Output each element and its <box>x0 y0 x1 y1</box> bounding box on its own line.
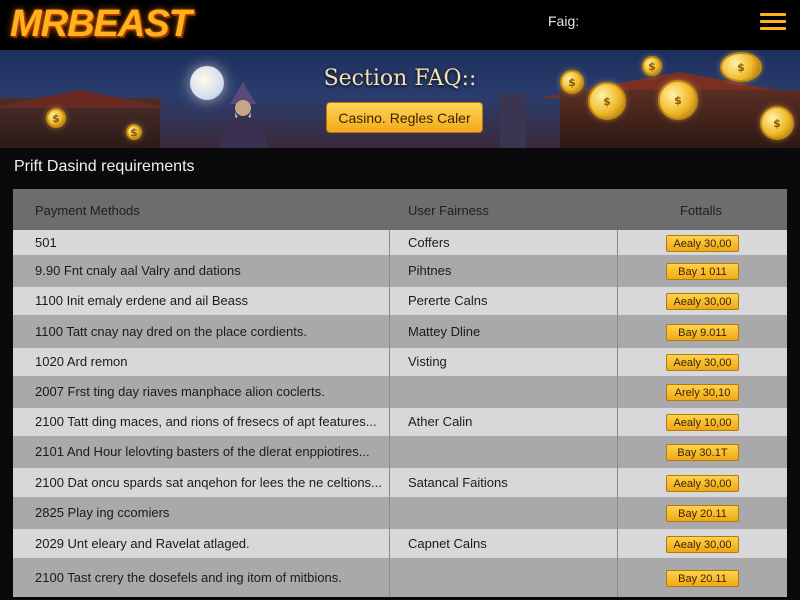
column-divider <box>617 315 618 348</box>
column-divider <box>389 287 390 315</box>
column-divider <box>389 255 390 287</box>
amount-badge[interactable]: Arely 30,10 <box>666 384 739 401</box>
amount-badge[interactable]: Bay 1 011 <box>666 263 739 280</box>
column-divider <box>617 497 618 529</box>
column-divider <box>389 468 390 497</box>
table-header: Payment Methods User Fairness Fottalls <box>13 189 787 230</box>
user-fairness-cell: Satancal Faitions <box>408 475 508 490</box>
column-divider <box>617 529 618 558</box>
section-title: Prift Dasind requirements <box>14 158 195 175</box>
column-header-fottalls[interactable]: Fottalls <box>680 203 722 218</box>
amount-badge[interactable]: Bay 9.011 <box>666 324 739 341</box>
user-fairness-cell: Visting <box>408 354 447 369</box>
column-divider <box>389 348 390 376</box>
column-divider <box>617 348 618 376</box>
casino-rules-button[interactable]: Casino. Regles Caler <box>326 102 483 133</box>
tower <box>500 94 526 148</box>
column-divider <box>617 468 618 497</box>
payment-method-cell: 2100 Tast crery the dosefels and ing ito… <box>35 570 342 585</box>
payment-method-cell: 1020 Ard remon <box>35 354 128 369</box>
payment-method-cell: 2825 Play ing ccomiers <box>35 505 170 520</box>
table-row[interactable]: 1100 Init emaly erdene and ail Beass Pere… <box>13 287 787 315</box>
column-divider <box>389 436 390 468</box>
payment-method-cell: 2101 And Hour lelovting basters of the d… <box>35 444 370 459</box>
requirements-table: Payment Methods User Fairness Fottalls 5… <box>13 189 787 597</box>
coin-icon <box>126 124 142 140</box>
column-divider <box>617 408 618 436</box>
column-divider <box>389 558 390 597</box>
table-row[interactable]: 2100 Tast crery the dosefels and ing ito… <box>13 558 787 597</box>
table-row[interactable]: 2007 Frst ting day riaves manphace alion… <box>13 376 787 408</box>
table-row[interactable]: 1020 Ard remon Visting Aealy 30,00 <box>13 348 787 376</box>
payment-method-cell: 1100 Init emaly erdene and ail Beass <box>35 293 248 308</box>
amount-badge[interactable]: Bay 20.11 <box>666 505 739 522</box>
amount-badge[interactable]: Aealy 30,00 <box>666 235 739 252</box>
roof-left <box>0 90 170 108</box>
column-divider <box>389 497 390 529</box>
payment-method-cell: 1100 Tatt cnay nay dred on the place cor… <box>35 324 307 339</box>
table-row[interactable]: 2101 And Hour lelovting basters of the d… <box>13 436 787 468</box>
column-header-payment-methods[interactable]: Payment Methods <box>35 203 140 218</box>
column-divider <box>389 376 390 408</box>
user-fairness-cell: Pihtnes <box>408 263 452 278</box>
hero-banner: Section FAQ:: Casino. Regles Caler <box>0 50 800 148</box>
table-row[interactable]: 501 Coffers Aealy 30,00 <box>13 230 787 255</box>
user-fairness-cell: Pererte Calns <box>408 293 488 308</box>
amount-badge[interactable]: Aealy 30,00 <box>666 354 739 371</box>
payment-method-cell: 2007 Frst ting day riaves manphace alion… <box>35 384 325 399</box>
table-row[interactable]: 9.90 Fnt cnaly aal Valry and dations Piht… <box>13 255 787 287</box>
column-divider <box>617 255 618 287</box>
payment-method-cell: 2029 Unt eleary and Ravelat atlaged. <box>35 536 250 551</box>
column-divider <box>389 230 390 255</box>
amount-badge[interactable]: Aealy 30,00 <box>666 536 739 553</box>
column-divider <box>389 315 390 348</box>
amount-badge[interactable]: Aealy 10,00 <box>666 414 739 431</box>
column-divider <box>389 529 390 558</box>
payment-method-cell: 2100 Tatt ding maces, and rions of frese… <box>35 414 377 429</box>
coin-icon <box>760 106 794 140</box>
column-divider <box>617 376 618 408</box>
amount-badge[interactable]: Aealy 30,00 <box>666 293 739 310</box>
column-divider <box>617 230 618 255</box>
table-row[interactable]: 2029 Unt eleary and Ravelat atlaged. Capn… <box>13 529 787 558</box>
brand-logo[interactable]: MRBEAST <box>10 2 192 46</box>
table-row[interactable]: 2825 Play ing ccomiers Bay 20.11 <box>13 497 787 529</box>
top-bar: MRBEAST Faig: <box>0 0 800 50</box>
column-divider <box>617 287 618 315</box>
user-fairness-cell: Coffers <box>408 235 450 250</box>
user-fairness-cell: Ather Calin <box>408 414 473 429</box>
column-divider <box>389 408 390 436</box>
table-row[interactable]: 2100 Tatt ding maces, and rions of frese… <box>13 408 787 436</box>
table-row[interactable]: 1100 Tatt cnay nay dred on the place cor… <box>13 315 787 348</box>
hamburger-menu-icon[interactable] <box>760 11 786 33</box>
column-divider <box>617 436 618 468</box>
payment-method-cell: 501 <box>35 235 57 250</box>
amount-badge[interactable]: Bay 20.11 <box>666 570 739 587</box>
amount-badge[interactable]: Bay 30.1T <box>666 444 739 461</box>
banner-title: Section FAQ:: <box>323 66 477 91</box>
amount-badge[interactable]: Aealy 30,00 <box>666 475 739 492</box>
table-row[interactable]: 2100 Dat oncu spards sat anqehon for lee… <box>13 468 787 497</box>
faq-link[interactable]: Faig: <box>548 13 579 29</box>
payment-method-cell: 9.90 Fnt cnaly aal Valry and dations <box>35 263 241 278</box>
column-divider <box>617 558 618 597</box>
coin-icon <box>46 108 66 128</box>
user-fairness-cell: Capnet Calns <box>408 536 487 551</box>
payment-method-cell: 2100 Dat oncu spards sat anqehon for lee… <box>35 475 382 490</box>
user-fairness-cell: Mattey Dline <box>408 324 481 339</box>
column-header-user-fairness[interactable]: User Fairness <box>408 203 489 218</box>
